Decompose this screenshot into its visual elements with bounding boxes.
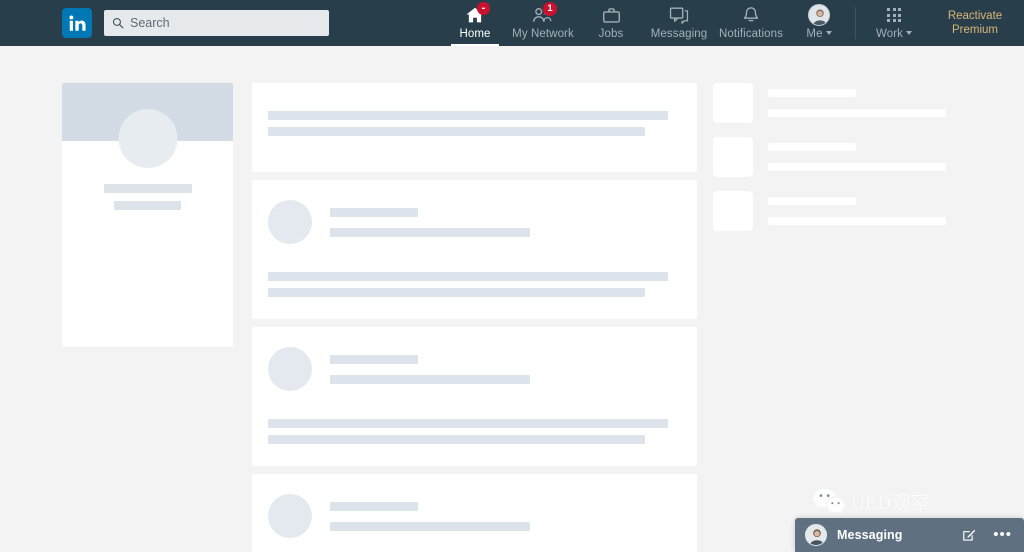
bell-icon bbox=[742, 5, 760, 25]
skeleton-line bbox=[268, 419, 668, 428]
ad-text-placeholder bbox=[768, 137, 953, 171]
skeleton-line bbox=[768, 163, 946, 171]
global-navigation-bar: - Home 1 My Network bbox=[0, 0, 1024, 46]
profile-avatar-placeholder bbox=[118, 109, 177, 168]
skeleton-line bbox=[330, 501, 418, 511]
nav-item-messaging-label: Messaging bbox=[650, 28, 708, 40]
nav-left-group bbox=[0, 8, 329, 38]
home-badge: - bbox=[477, 2, 490, 15]
nav-item-notifications[interactable]: Notifications bbox=[715, 0, 787, 46]
post-avatar-placeholder bbox=[268, 494, 312, 538]
nav-item-work[interactable]: Work bbox=[862, 0, 926, 46]
right-rail-skeleton-list bbox=[713, 83, 953, 245]
feed-skeleton-list bbox=[252, 83, 697, 552]
skeleton-line bbox=[103, 184, 192, 193]
people-icon: 1 bbox=[532, 2, 557, 25]
ad-thumbnail-placeholder bbox=[713, 83, 753, 123]
nav-item-home-label: Home bbox=[459, 28, 491, 40]
home-icon: - bbox=[465, 2, 490, 25]
search-box[interactable] bbox=[104, 10, 329, 36]
post-skeleton-header bbox=[268, 347, 681, 391]
messaging-overflow-menu[interactable]: ••• bbox=[993, 527, 1012, 542]
ad-skeleton bbox=[713, 137, 953, 177]
post-skeleton bbox=[252, 180, 697, 319]
profile-cover-placeholder bbox=[62, 83, 233, 168]
nav-divider bbox=[855, 7, 856, 39]
premium-line-1: Reactivate bbox=[947, 10, 1003, 22]
nav-item-my-network[interactable]: 1 My Network bbox=[507, 0, 579, 46]
skeleton-line bbox=[330, 374, 530, 384]
skeleton-line bbox=[768, 217, 946, 225]
skeleton-line bbox=[768, 143, 856, 151]
skeleton-line bbox=[330, 354, 418, 364]
my-network-badge: 1 bbox=[543, 2, 557, 16]
ad-skeleton bbox=[713, 83, 953, 123]
skeleton-line bbox=[268, 288, 645, 297]
skeleton-line bbox=[330, 521, 530, 531]
nav-item-me-label: Me bbox=[806, 27, 832, 41]
avatar-icon bbox=[808, 4, 830, 26]
search-input[interactable] bbox=[130, 10, 321, 36]
nav-item-messaging[interactable]: Messaging bbox=[643, 0, 715, 46]
profile-skeleton-card bbox=[62, 83, 233, 347]
post-skeleton bbox=[252, 474, 697, 552]
nav-item-jobs-label: Jobs bbox=[598, 28, 624, 40]
reactivate-premium-link[interactable]: Reactivate Premium bbox=[926, 0, 1024, 46]
nav-item-me[interactable]: Me bbox=[787, 0, 851, 46]
post-skeleton-header bbox=[268, 494, 681, 538]
skeleton-line bbox=[768, 197, 856, 205]
messaging-title: Messaging bbox=[837, 528, 903, 542]
nav-item-jobs[interactable]: Jobs bbox=[579, 0, 643, 46]
nav-item-work-label: Work bbox=[875, 27, 913, 41]
post-meta-placeholder bbox=[330, 207, 681, 237]
skeleton-line bbox=[768, 89, 856, 97]
chevron-down-icon bbox=[906, 30, 913, 35]
post-skeleton bbox=[252, 327, 697, 466]
skeleton-line bbox=[268, 127, 645, 136]
grid-icon bbox=[887, 5, 901, 25]
skeleton-line bbox=[330, 207, 418, 217]
post-skeleton-header bbox=[268, 200, 681, 244]
ad-text-placeholder bbox=[768, 83, 953, 117]
nav-item-work-text: Work bbox=[875, 28, 904, 40]
premium-line-2: Premium bbox=[951, 24, 998, 36]
nav-right-group: - Home 1 My Network Jobs Messaging Notif… bbox=[443, 0, 1024, 46]
post-avatar-placeholder bbox=[268, 200, 312, 244]
nav-item-home[interactable]: - Home bbox=[443, 0, 507, 46]
briefcase-icon bbox=[602, 5, 621, 25]
nav-item-my-network-label: My Network bbox=[512, 28, 574, 40]
linkedin-in-glyph bbox=[68, 15, 86, 31]
search-icon bbox=[112, 17, 124, 29]
ad-thumbnail-placeholder bbox=[713, 137, 753, 177]
message-icon bbox=[669, 5, 689, 25]
nav-item-me-text: Me bbox=[806, 28, 823, 40]
ad-text-placeholder bbox=[768, 191, 953, 225]
skeleton-line bbox=[114, 201, 181, 210]
nav-item-notifications-label: Notifications bbox=[719, 28, 783, 40]
post-avatar-placeholder bbox=[268, 347, 312, 391]
compose-icon[interactable] bbox=[962, 528, 976, 542]
skeleton-line bbox=[330, 227, 530, 237]
messaging-overlay-bar[interactable]: Messaging ••• bbox=[795, 518, 1024, 552]
ad-skeleton bbox=[713, 191, 953, 231]
skeleton-line bbox=[268, 435, 645, 444]
messaging-actions: ••• bbox=[962, 527, 1012, 542]
share-box-skeleton bbox=[252, 83, 697, 172]
skeleton-line bbox=[268, 272, 668, 281]
avatar bbox=[808, 4, 830, 26]
skeleton-line bbox=[768, 109, 946, 117]
linkedin-logo[interactable] bbox=[62, 8, 92, 38]
page-content bbox=[0, 46, 1024, 552]
ad-thumbnail-placeholder bbox=[713, 191, 753, 231]
post-meta-placeholder bbox=[330, 501, 681, 531]
grid-icon-dots bbox=[887, 8, 901, 22]
avatar-photo bbox=[806, 525, 826, 545]
post-meta-placeholder bbox=[330, 354, 681, 384]
avatar-photo bbox=[809, 5, 829, 25]
messaging-avatar bbox=[805, 524, 827, 546]
skeleton-line bbox=[268, 111, 668, 120]
chevron-down-icon bbox=[825, 30, 832, 35]
